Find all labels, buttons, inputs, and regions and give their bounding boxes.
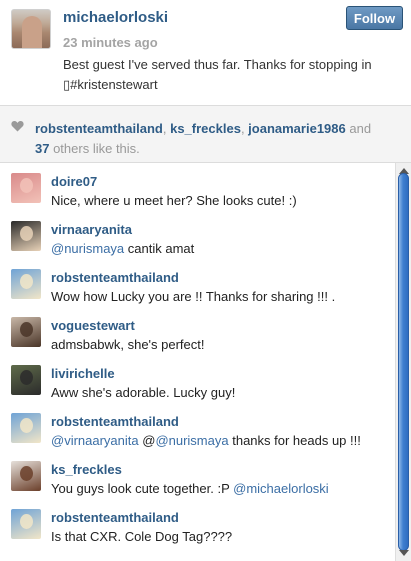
comment-row: ks_freckles You guys look cute together. … — [0, 451, 395, 499]
comment-text-segment: You guys look cute together. :P — [51, 481, 234, 496]
commenter-username[interactable]: robstenteamthailand — [51, 414, 179, 429]
commenter-avatar-face — [20, 466, 33, 481]
comment-row: robstenteamthailand Wow how Lucky you are… — [0, 259, 395, 307]
mention-link[interactable]: @nurismaya — [51, 241, 124, 256]
scroll-thumb[interactable] — [398, 173, 409, 551]
comment-row: virnaaryanita @nurismaya cantik amat — [0, 211, 395, 259]
commenter-avatar[interactable] — [11, 461, 41, 491]
comment-row: livirichelle Aww she's adorable. Lucky gu… — [0, 355, 395, 403]
comment-text: Wow how Lucky you are !! Thanks for shar… — [51, 289, 395, 304]
commenter-avatar[interactable] — [11, 269, 41, 299]
commenter-avatar-face — [20, 418, 33, 433]
like-user-link[interactable]: robstenteamthailand — [35, 121, 163, 136]
commenter-username[interactable]: robstenteamthailand — [51, 510, 179, 525]
comment-row: doire07 Nice, where u meet her? She looks… — [0, 163, 395, 211]
commenter-username[interactable]: livirichelle — [51, 366, 115, 381]
commenter-username[interactable]: robstenteamthailand — [51, 270, 179, 285]
commenter-username[interactable]: voguestewart — [51, 318, 135, 333]
comment-text-segment: admsbabwk, she's perfect! — [51, 337, 205, 352]
commenter-avatar[interactable] — [11, 509, 41, 539]
commenter-avatar-face — [20, 226, 33, 241]
comment-text-segment: Wow how Lucky you are !! Thanks for shar… — [51, 289, 336, 304]
comment-text-segment: Aww she's adorable. Lucky guy! — [51, 385, 236, 400]
comment-row: robstenteamthailand @virnaaryanita @@nuri… — [0, 403, 395, 451]
poster-username[interactable]: michaelorloski — [63, 9, 168, 26]
commenter-avatar-face — [20, 322, 33, 337]
scroll-down-arrow-icon[interactable] — [399, 550, 409, 556]
post-timestamp: 23 minutes ago — [63, 35, 158, 50]
commenter-avatar[interactable] — [11, 221, 41, 251]
follow-button[interactable]: Follow — [346, 6, 403, 30]
like-user-link[interactable]: joanamarie1986 — [248, 121, 346, 136]
post-header: michaelorloski 23 minutes ago Best guest… — [0, 0, 411, 105]
poster-avatar[interactable] — [11, 9, 51, 49]
comment-row: voguestewart admsbabwk, she's perfect! — [0, 307, 395, 355]
commenter-username[interactable]: ks_freckles — [51, 462, 122, 477]
comment-text: @nurismaya cantik amat — [51, 241, 395, 256]
commenter-avatar[interactable] — [11, 317, 41, 347]
likes-text: robstenteamthailand, ks_freckles, joanam… — [35, 119, 400, 159]
commenter-username[interactable]: virnaaryanita — [51, 222, 132, 237]
comments-list: doire07 Nice, where u meet her? She looks… — [0, 163, 395, 561]
heart-icon[interactable] — [11, 120, 24, 132]
like-separator: , — [162, 121, 171, 136]
comment-text-segment: Is that CXR. Cole Dog Tag???? — [51, 529, 233, 544]
comment-text-segment: thanks for heads up !!! — [228, 433, 361, 448]
commenter-avatar-face — [20, 370, 33, 385]
commenter-avatar-face — [20, 178, 33, 193]
poster-avatar-figure — [22, 16, 42, 48]
comment-text-segment: Nice, where u meet her? She looks cute! … — [51, 193, 297, 208]
comment-text: Is that CXR. Cole Dog Tag???? — [51, 529, 395, 544]
like-user-link[interactable]: ks_freckles — [170, 121, 241, 136]
mention-link[interactable]: @nurismaya — [155, 433, 228, 448]
comment-text: Nice, where u meet her? She looks cute! … — [51, 193, 395, 208]
mention-link[interactable]: @michaelorloski — [233, 481, 329, 496]
likes-others-count[interactable]: 37 — [35, 141, 49, 156]
likes-bar: robstenteamthailand, ks_freckles, joanam… — [0, 105, 411, 163]
likes-others-text: others like this. — [49, 141, 140, 156]
mention-link[interactable]: @virnaaryanita — [51, 433, 139, 448]
comments-scrollbar[interactable] — [395, 163, 411, 561]
comment-text: Aww she's adorable. Lucky guy! — [51, 385, 395, 400]
comment-text-segment: @ — [138, 433, 156, 448]
commenter-avatar[interactable] — [11, 173, 41, 203]
commenter-username[interactable]: doire07 — [51, 174, 97, 189]
comment-row: robstenteamthailand Is that CXR. Cole Dog… — [0, 499, 395, 547]
likes-and-text: and — [345, 121, 372, 136]
commenter-avatar-face — [20, 274, 33, 289]
commenter-avatar-face — [20, 514, 33, 529]
post-caption: Best guest I've served thus far. Thanks … — [63, 57, 372, 92]
comment-text: @virnaaryanita @@nurismaya thanks for he… — [51, 433, 395, 448]
comment-text: You guys look cute together. :P @michael… — [51, 481, 395, 496]
comment-text-segment: cantik amat — [124, 241, 195, 256]
comment-text: admsbabwk, she's perfect! — [51, 337, 395, 352]
commenter-avatar[interactable] — [11, 413, 41, 443]
commenter-avatar[interactable] — [11, 365, 41, 395]
